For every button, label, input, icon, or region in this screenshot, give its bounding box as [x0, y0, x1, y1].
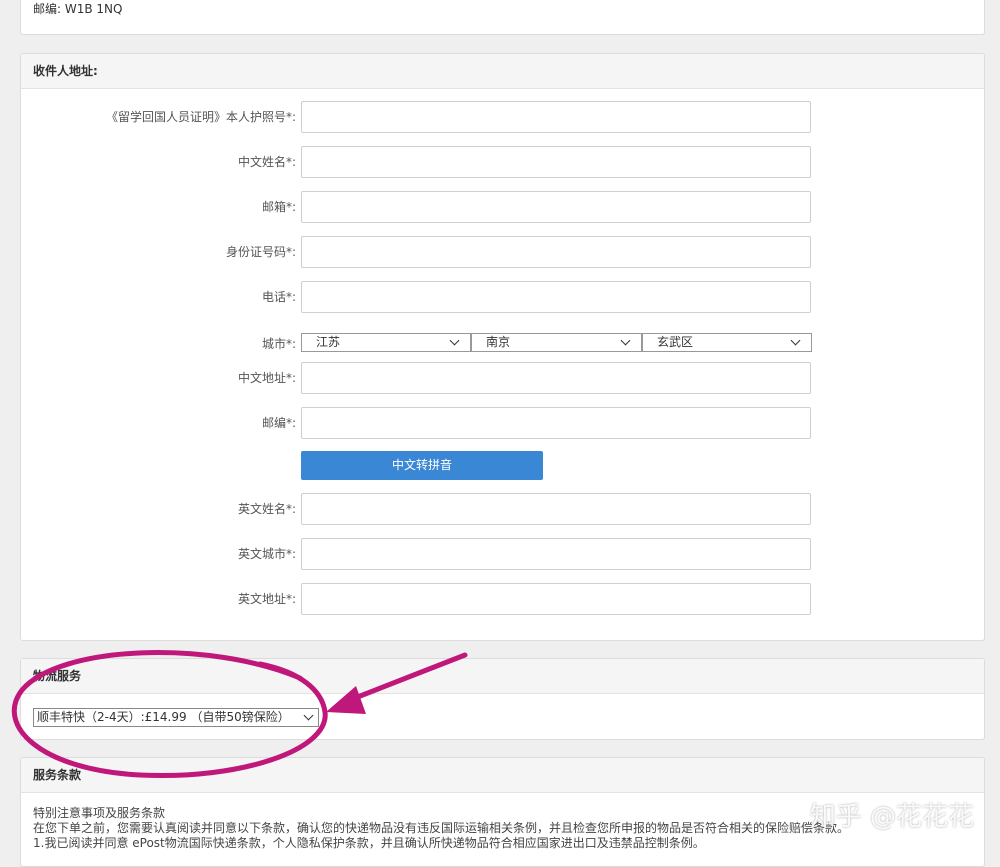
- en-city-row: 英文城市*:: [21, 538, 986, 570]
- id-number-input[interactable]: [301, 236, 811, 268]
- chevron-down-icon: [303, 710, 314, 721]
- id-number-label: 身份证号码*:: [225, 245, 296, 259]
- sender-address-panel: 邮编: W1B 1NQ: [20, 0, 985, 35]
- postcode-row: 邮编*:: [21, 407, 986, 439]
- logistics-panel-title: 物流服务: [21, 659, 984, 694]
- en-name-input[interactable]: [301, 493, 811, 525]
- zhihu-watermark: 知乎 @花花花: [809, 802, 974, 832]
- phone-input[interactable]: [301, 281, 811, 313]
- id-number-row: 身份证号码*:: [21, 236, 986, 268]
- recipient-address-panel: 收件人地址: 《留学回国人员证明》本人护照号*: 中文姓名*: 邮箱*: 身份证…: [20, 53, 985, 641]
- passport-input[interactable]: [301, 101, 811, 133]
- cn-address-label: 中文地址*:: [237, 371, 296, 385]
- sender-postcode-text: 邮编: W1B 1NQ: [33, 2, 123, 16]
- postcode-input[interactable]: [301, 407, 811, 439]
- logistics-panel: 物流服务 顺丰特快（2-4天）:£14.99 （自带50镑保险）: [20, 658, 985, 740]
- convert-to-pinyin-button[interactable]: 中文转拼音: [301, 451, 543, 480]
- terms-line: 特别注意事项及服务条款: [33, 806, 166, 820]
- en-name-row: 英文姓名*:: [21, 493, 986, 525]
- chevron-down-icon: [449, 335, 460, 346]
- terms-line: 1.我已阅读并同意 ePost物流国际快递条款，个人隐私保护条款，并且确认所快递…: [33, 836, 705, 850]
- email-label: 邮箱*:: [261, 200, 296, 214]
- en-address-input[interactable]: [301, 583, 811, 615]
- en-city-label: 英文城市*:: [237, 547, 296, 561]
- city-select[interactable]: 南京: [471, 333, 642, 352]
- passport-label: 《留学回国人员证明》本人护照号*:: [105, 110, 296, 124]
- cn-name-input[interactable]: [301, 146, 811, 178]
- email-input[interactable]: [301, 191, 811, 223]
- shipping-service-value: 顺丰特快（2-4天）:£14.99 （自带50镑保险）: [37, 710, 290, 724]
- recipient-panel-title: 收件人地址:: [21, 54, 984, 89]
- phone-row: 电话*:: [21, 281, 986, 313]
- en-city-input[interactable]: [301, 538, 811, 570]
- cn-name-label: 中文姓名*:: [237, 155, 296, 169]
- district-select-value: 玄武区: [657, 335, 694, 349]
- city-select-value: 南京: [486, 335, 511, 349]
- postcode-label: 邮编*:: [261, 416, 296, 430]
- phone-label: 电话*:: [261, 290, 296, 304]
- cn-address-input[interactable]: [301, 362, 811, 394]
- email-row: 邮箱*:: [21, 191, 986, 223]
- cn-address-row: 中文地址*:: [21, 362, 986, 394]
- city-label: 城市*:: [261, 337, 296, 351]
- en-address-row: 英文地址*:: [21, 583, 986, 615]
- terms-text: 特别注意事项及服务条款 在您下单之前，您需要认真阅读并同意以下条款，确认您的快递…: [33, 806, 849, 851]
- province-select[interactable]: 江苏: [301, 333, 471, 352]
- cn-name-row: 中文姓名*:: [21, 146, 986, 178]
- district-select[interactable]: 玄武区: [642, 333, 812, 352]
- shipping-service-select[interactable]: 顺丰特快（2-4天）:£14.99 （自带50镑保险）: [33, 708, 319, 727]
- province-select-value: 江苏: [316, 335, 341, 349]
- terms-panel-title: 服务条款: [21, 758, 984, 793]
- terms-line: 在您下单之前，您需要认真阅读并同意以下条款，确认您的快递物品没有违反国际运输相关…: [33, 821, 850, 835]
- en-address-label: 英文地址*:: [237, 592, 296, 606]
- passport-row: 《留学回国人员证明》本人护照号*:: [21, 101, 986, 133]
- en-name-label: 英文姓名*:: [237, 502, 296, 516]
- city-row: 城市*: 江苏 南京 玄武区: [21, 325, 986, 357]
- chevron-down-icon: [790, 335, 801, 346]
- chevron-down-icon: [620, 335, 631, 346]
